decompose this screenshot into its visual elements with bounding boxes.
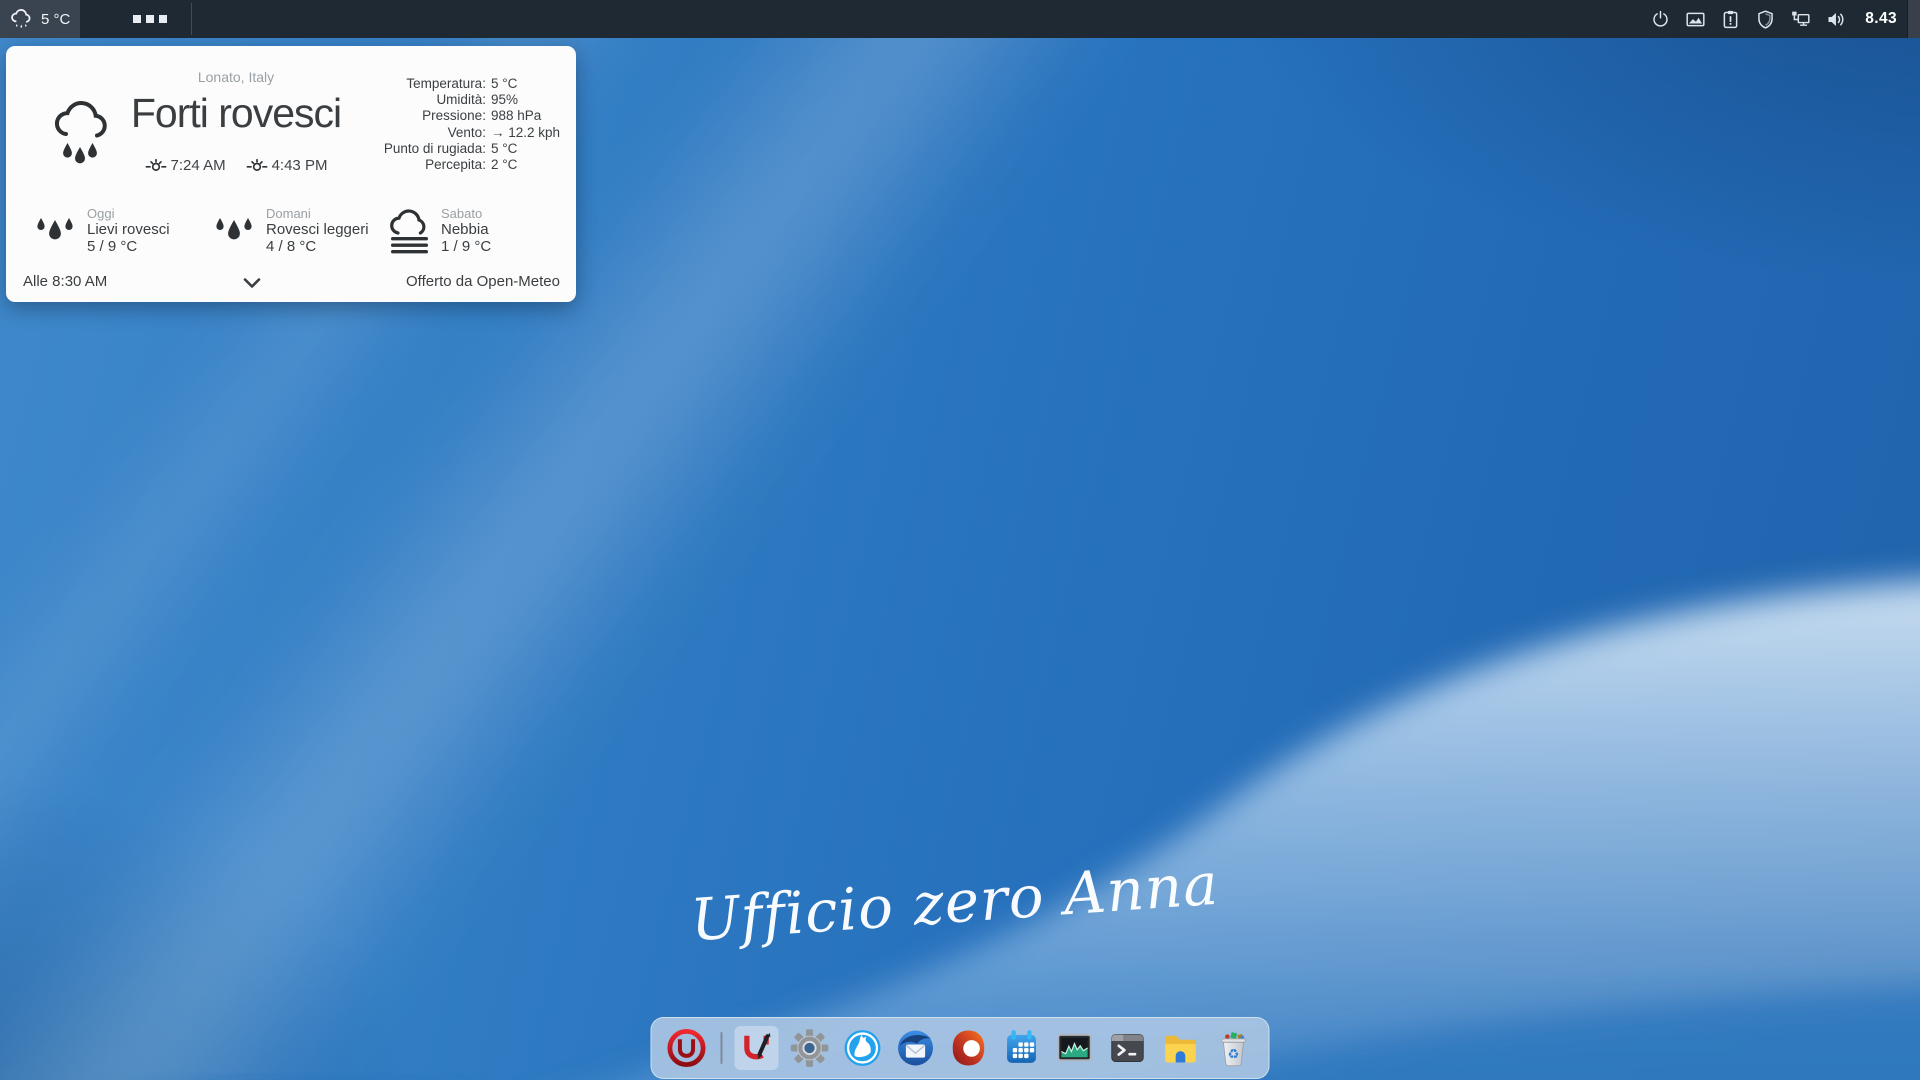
dock-item-uz-installer[interactable]	[735, 1026, 779, 1070]
forecast-today: Oggi Lievi rovesci 5 / 9 °C	[32, 206, 170, 258]
sunset-time: 4:43 PM	[272, 157, 328, 174]
gear-icon	[789, 1027, 831, 1069]
detail-value: 5 °C	[491, 76, 560, 92]
panel-weather-temp: 5 °C	[41, 11, 70, 28]
weather-location: Lonato, Italy	[102, 69, 370, 85]
sunset-item: 4:43 PM	[246, 154, 328, 176]
sunrise-time: 7:24 AM	[171, 157, 226, 174]
detail-value: 2 °C	[491, 157, 560, 173]
forecast-saturday: Sabato Nebbia 1 / 9 °C	[386, 206, 491, 258]
wolf-browser-icon	[842, 1027, 884, 1069]
clipboard-icon[interactable]	[1720, 9, 1741, 30]
detail-label: Umidità:	[384, 92, 486, 108]
dock-item-ufficiozero-menu[interactable]	[665, 1026, 709, 1070]
detail-label: Vento:	[384, 125, 486, 141]
rain-drops-icon	[32, 206, 79, 258]
weather-attribution: Offerto da Open-Meteo	[406, 273, 560, 290]
folder-icon	[1160, 1027, 1202, 1069]
fog-icon	[386, 206, 433, 258]
detail-value: → 12.2 kph	[491, 125, 560, 141]
weather-details: Temperatura: 5 °C Umidità: 95% Pressione: 9…	[384, 76, 560, 173]
dock-item-office-suite[interactable]	[947, 1026, 991, 1070]
weather-condition: Forti rovesci	[102, 90, 370, 137]
sunrise-item: 7:24 AM	[145, 154, 226, 176]
system-monitor-icon	[1054, 1027, 1096, 1069]
uz-installer-icon	[736, 1027, 778, 1069]
dock-separator	[721, 1032, 723, 1064]
panel-clock[interactable]: 8.43	[1865, 10, 1897, 28]
dock-item-web-browser[interactable]	[841, 1026, 885, 1070]
rain-cloud-icon	[8, 6, 35, 33]
dock-item-file-manager[interactable]	[1159, 1026, 1203, 1070]
forecast-day: Oggi	[87, 206, 170, 221]
shield-icon[interactable]	[1755, 9, 1776, 30]
office-icon	[948, 1027, 990, 1069]
system-tray: 8.43	[1650, 0, 1897, 38]
chevron-down-icon[interactable]	[243, 277, 261, 289]
heavy-showers-icon	[50, 96, 110, 174]
detail-label: Pressione:	[384, 108, 486, 124]
dock-item-trash[interactable]: ♻	[1212, 1026, 1256, 1070]
detail-label: Temperatura:	[384, 76, 486, 92]
forecast-tomorrow: Domani Rovesci leggeri 4 / 8 °C	[211, 206, 369, 258]
trash-full-icon: ♻	[1213, 1027, 1255, 1069]
sunset-icon	[246, 154, 268, 176]
dock-item-calendar[interactable]	[1000, 1026, 1044, 1070]
forecast-temps: 1 / 9 °C	[441, 238, 491, 255]
volume-icon[interactable]	[1825, 9, 1846, 30]
calendar-icon	[1001, 1027, 1043, 1069]
dock-item-thunderbird-mail[interactable]	[894, 1026, 938, 1070]
weather-popup: Lonato, Italy Forti rovesci 7:24 AM 4:43…	[6, 46, 576, 302]
forecast-temps: 4 / 8 °C	[266, 238, 369, 255]
window-list-applet[interactable]	[133, 0, 167, 38]
weather-popup-header: Lonato, Italy Forti rovesci 7:24 AM 4:43…	[102, 46, 370, 176]
rain-drops-icon	[211, 206, 258, 258]
network-icon[interactable]	[1790, 9, 1811, 30]
panel-weather-applet[interactable]: 5 °C	[0, 0, 80, 38]
ufficiozero-logo-icon	[666, 1027, 708, 1069]
top-panel: 5 °C	[0, 0, 1920, 38]
show-desktop-button[interactable]	[1907, 0, 1920, 38]
detail-label: Punto di rugiada:	[384, 141, 486, 157]
wallpaper-icon[interactable]	[1685, 9, 1706, 30]
forecast-condition: Lievi rovesci	[87, 221, 170, 238]
panel-separator	[191, 3, 192, 35]
detail-value: 5 °C	[491, 141, 560, 157]
dock: ♻	[651, 1017, 1270, 1079]
sunrise-icon	[145, 154, 167, 176]
forecast-condition: Nebbia	[441, 221, 491, 238]
forecast-day: Sabato	[441, 206, 491, 221]
dock-item-terminal[interactable]	[1106, 1026, 1150, 1070]
forecast-day: Domani	[266, 206, 369, 221]
power-icon[interactable]	[1650, 9, 1671, 30]
detail-label: Percepita:	[384, 157, 486, 173]
forecast-condition: Rovesci leggeri	[266, 221, 369, 238]
detail-value: 95%	[491, 92, 560, 108]
terminal-icon	[1107, 1027, 1149, 1069]
dock-item-system-monitor[interactable]	[1053, 1026, 1097, 1070]
detail-value: 988 hPa	[491, 108, 560, 124]
svg-text:♻: ♻	[1228, 1048, 1240, 1063]
weather-updated-time: Alle 8:30 AM	[23, 273, 107, 290]
forecast-temps: 5 / 9 °C	[87, 238, 170, 255]
dock-item-settings[interactable]	[788, 1026, 832, 1070]
thunderbird-icon	[895, 1027, 937, 1069]
